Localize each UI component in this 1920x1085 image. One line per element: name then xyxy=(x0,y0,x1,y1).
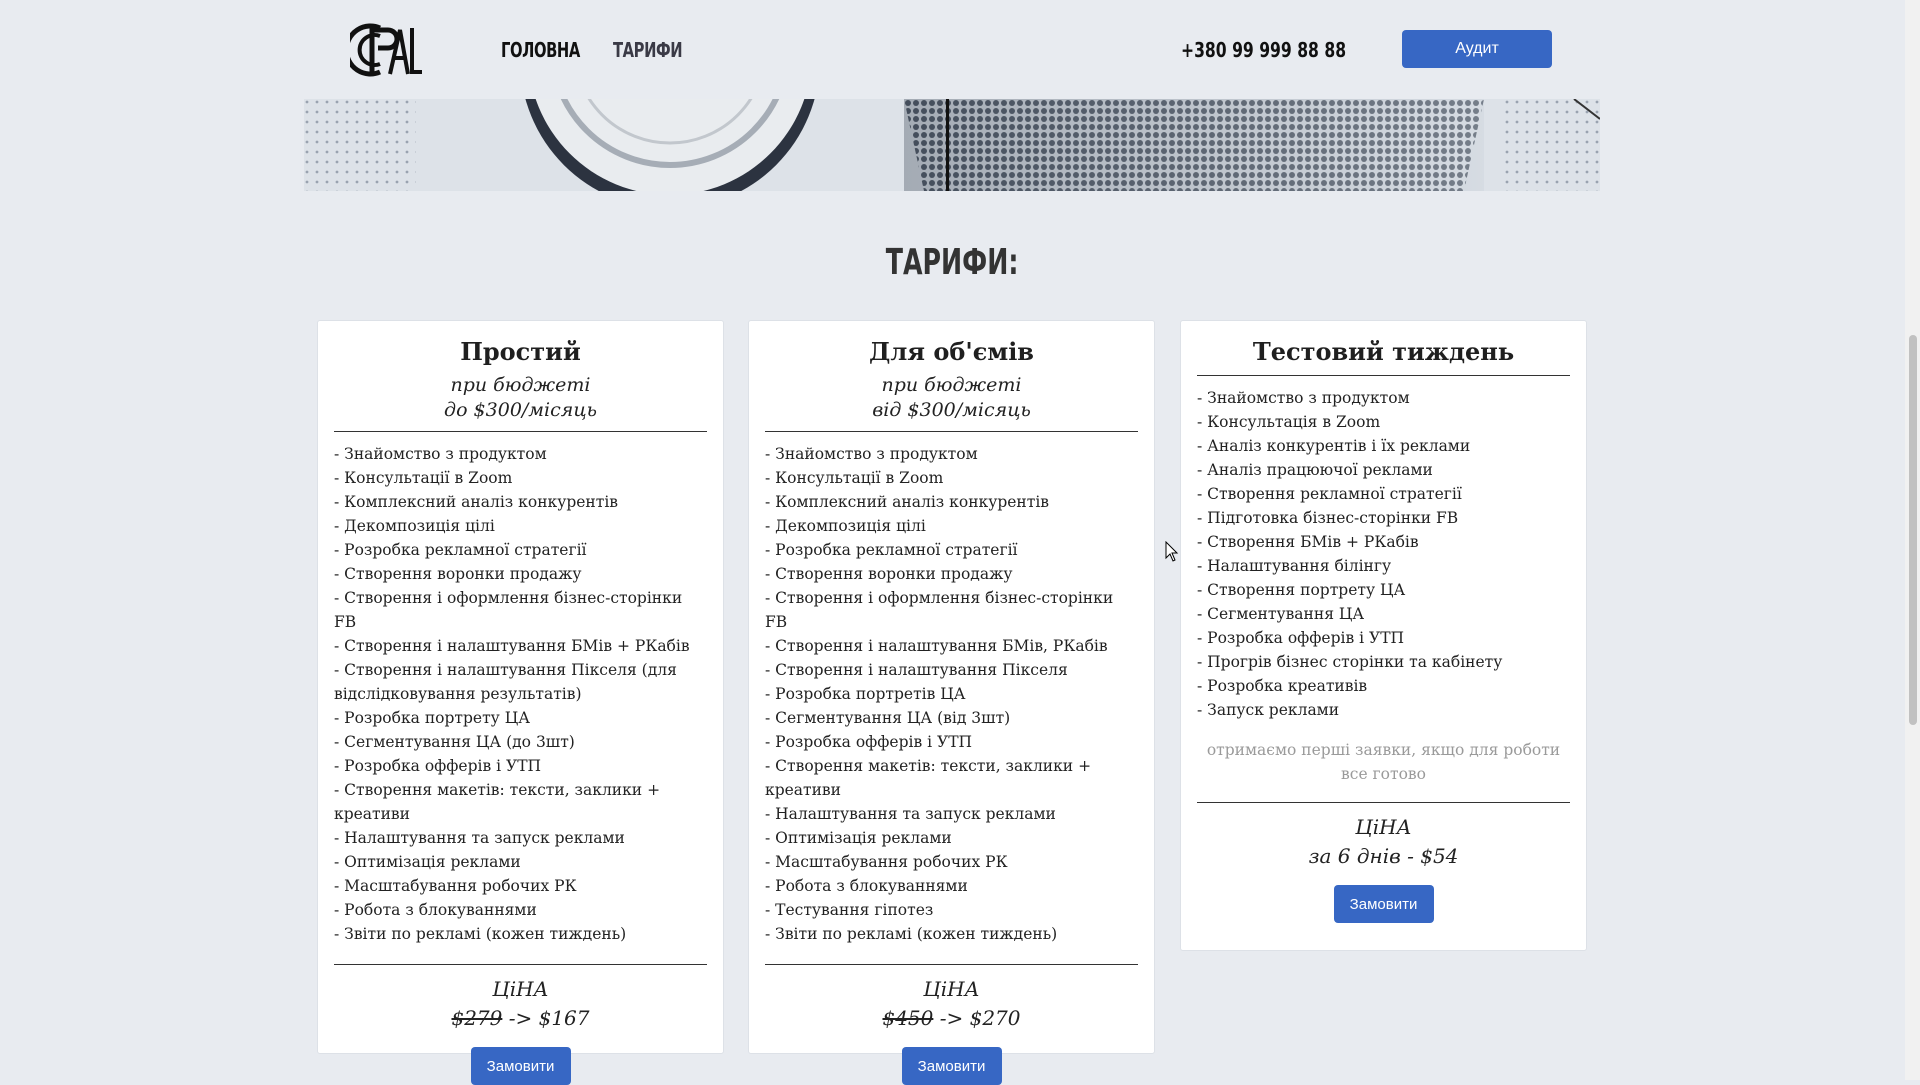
feature-item: - Робота з блокуваннями xyxy=(765,877,968,895)
feature-item: - Знайомство з продуктом xyxy=(765,445,978,463)
feature-item: - Комплексний аналіз конкурентів xyxy=(765,493,1050,511)
feature-item: - Консультації в Zoom xyxy=(765,469,944,487)
feature-item: - Декомпозиція цілі xyxy=(334,517,495,535)
feature-item: - Оптимізація реклами xyxy=(334,853,521,871)
feature-item: - Створення і оформлення бізнес-сторінки… xyxy=(765,589,1114,631)
plan-budget-line2: від $300/місяць xyxy=(872,399,1031,421)
audit-button[interactable]: Аудит xyxy=(1402,30,1552,68)
new-price: -> $270 xyxy=(939,1006,1021,1030)
feature-item: - Розробка портрету ЦА xyxy=(334,709,530,727)
feature-item: - Створення воронки продажу xyxy=(334,565,582,583)
feature-item: - Розробка рекламної стратегії xyxy=(334,541,587,559)
feature-item: - Створення і налаштування Пікселя xyxy=(765,661,1068,679)
order-button[interactable]: Замовити xyxy=(1333,885,1434,923)
feature-item: - Сегментування ЦА xyxy=(1197,605,1365,623)
feature-item: - Оптимізація реклами xyxy=(765,829,952,847)
price: $279 -> $167 xyxy=(334,1003,707,1033)
plan-budget-line1: при бюджеті xyxy=(450,374,591,396)
feature-item: - Створення воронки продажу xyxy=(765,565,1013,583)
feature-item: - Розробка рекламної стратегії xyxy=(765,541,1018,559)
feature-item: - Звіти по рекламі (кожен тиждень) xyxy=(334,925,627,943)
divider xyxy=(334,431,707,432)
feature-item: - Знайомство з продуктом xyxy=(334,445,547,463)
order-button[interactable]: Замовити xyxy=(470,1047,571,1085)
scrollbar-thumb[interactable] xyxy=(1909,335,1917,725)
feature-list: - Знайомство з продуктом - Консультація в… xyxy=(1197,386,1570,722)
plan-title: Для об'ємів xyxy=(869,337,1034,366)
new-price: -> $167 xyxy=(508,1006,590,1030)
feature-item: - Консультація в Zoom xyxy=(1197,413,1381,431)
plan-card-volume: Для об'ємів при бюджеті від $300/місяць … xyxy=(748,320,1155,1085)
feature-list: - Знайомство з продуктом - Консультації в… xyxy=(334,442,707,946)
feature-item: - Створення рекламної стратегії xyxy=(1197,485,1462,503)
plan-card-simple: Простий при бюджеті до $300/місяць - Зна… xyxy=(317,320,724,1085)
feature-item: - Створення і оформлення бізнес-сторінки… xyxy=(334,589,683,631)
divider xyxy=(1197,375,1570,376)
feature-item: - Масштабування робочих РК xyxy=(765,853,1008,871)
divider xyxy=(1197,802,1570,803)
feature-item: - Запуск реклами xyxy=(1197,701,1340,719)
price-label: ЦіНА xyxy=(1355,815,1412,839)
feature-item: - Масштабування робочих РК xyxy=(334,877,577,895)
divider xyxy=(334,964,707,965)
old-price: $279 xyxy=(451,1006,503,1030)
nav-tariffs[interactable]: ТАРИФИ xyxy=(613,38,683,62)
divider xyxy=(765,431,1138,432)
plan-note: отримаємо перші заявки, якщо для роботи … xyxy=(1206,741,1561,783)
feature-item: - Налаштування білінгу xyxy=(1197,557,1392,575)
site-header: ГОЛОВНА ТАРИФИ +380 99 999 88 88 Аудит xyxy=(0,0,1905,99)
feature-item: - Аналіз конкурентів і їх реклами xyxy=(1197,437,1471,455)
feature-item: - Налаштування та запуск реклами xyxy=(334,829,625,847)
order-button[interactable]: Замовити xyxy=(901,1047,1002,1085)
old-price: $450 xyxy=(882,1006,934,1030)
nav-home[interactable]: ГОЛОВНА xyxy=(501,38,580,62)
logo[interactable] xyxy=(350,22,424,78)
divider xyxy=(765,964,1138,965)
plan-budget-line1: при бюджеті xyxy=(881,374,1022,396)
feature-item: - Створення макетів: тексти, заклики + к… xyxy=(765,757,1092,799)
feature-item: - Створення макетів: тексти, заклики + к… xyxy=(334,781,661,823)
banner-illustration xyxy=(304,99,1600,191)
price-label: ЦіНА xyxy=(492,977,549,1001)
feature-item: - Створення і налаштування БМів, РКабів xyxy=(765,637,1108,655)
feature-item: - Створення і налаштування БМів + РКабів xyxy=(334,637,690,655)
feature-item: - Звіти по рекламі (кожен тиждень) xyxy=(765,925,1058,943)
tariffs-heading: ТАРИФИ: xyxy=(0,242,1905,283)
feature-list: - Знайомство з продуктом - Консультації в… xyxy=(765,442,1138,946)
plan-title: Простий xyxy=(460,337,581,366)
mouse-cursor-icon xyxy=(1165,541,1179,562)
feature-item: - Робота з блокуваннями xyxy=(334,901,537,919)
feature-item: - Знайомство з продуктом xyxy=(1197,389,1410,407)
feature-item: - Прогрів бізнес сторінки та кабінету xyxy=(1197,653,1503,671)
tariffs-heading-text: ТАРИФИ: xyxy=(886,242,1019,283)
phone-number[interactable]: +380 99 999 88 88 xyxy=(1181,38,1346,62)
feature-item: - Налаштування та запуск реклами xyxy=(765,805,1056,823)
feature-item: - Розробка офферів і УТП xyxy=(1197,629,1405,647)
feature-item: - Аналіз працюючої реклами xyxy=(1197,461,1433,479)
feature-item: - Розробка офферів і УТП xyxy=(765,733,973,751)
feature-item: - Тестування гіпотез xyxy=(765,901,934,919)
feature-item: - Сегментування ЦА (до 3шт) xyxy=(334,733,575,751)
feature-item: - Розробка офферів і УТП xyxy=(334,757,542,775)
feature-item: - Підготовка бізнес-сторінки FB xyxy=(1197,509,1459,527)
feature-item: - Розробка портретів ЦА xyxy=(765,685,966,703)
plan-card-test-week: Тестовий тиждень - Знайомство з продукто… xyxy=(1180,320,1587,951)
page-scrollbar[interactable] xyxy=(1905,0,1920,1080)
feature-item: - Сегментування ЦА (від 3шт) xyxy=(765,709,1011,727)
plan-budget-line2: до $300/місяць xyxy=(444,399,597,421)
hero-banner-image xyxy=(304,99,1600,191)
feature-item: - Консультації в Zoom xyxy=(334,469,513,487)
feature-item: - Розробка креативів xyxy=(1197,677,1368,695)
price: $450 -> $270 xyxy=(765,1003,1138,1033)
feature-item: - Декомпозиція цілі xyxy=(765,517,926,535)
feature-item: - Створення БМів + РКабів xyxy=(1197,533,1419,551)
price: за 6 днів - $54 xyxy=(1308,844,1459,868)
price-label: ЦіНА xyxy=(923,977,980,1001)
feature-item: - Створення портрету ЦА xyxy=(1197,581,1406,599)
feature-item: - Створення і налаштування Пікселя (для … xyxy=(334,661,677,703)
plan-title: Тестовий тиждень xyxy=(1252,337,1515,366)
feature-item: - Комплексний аналіз конкурентів xyxy=(334,493,619,511)
